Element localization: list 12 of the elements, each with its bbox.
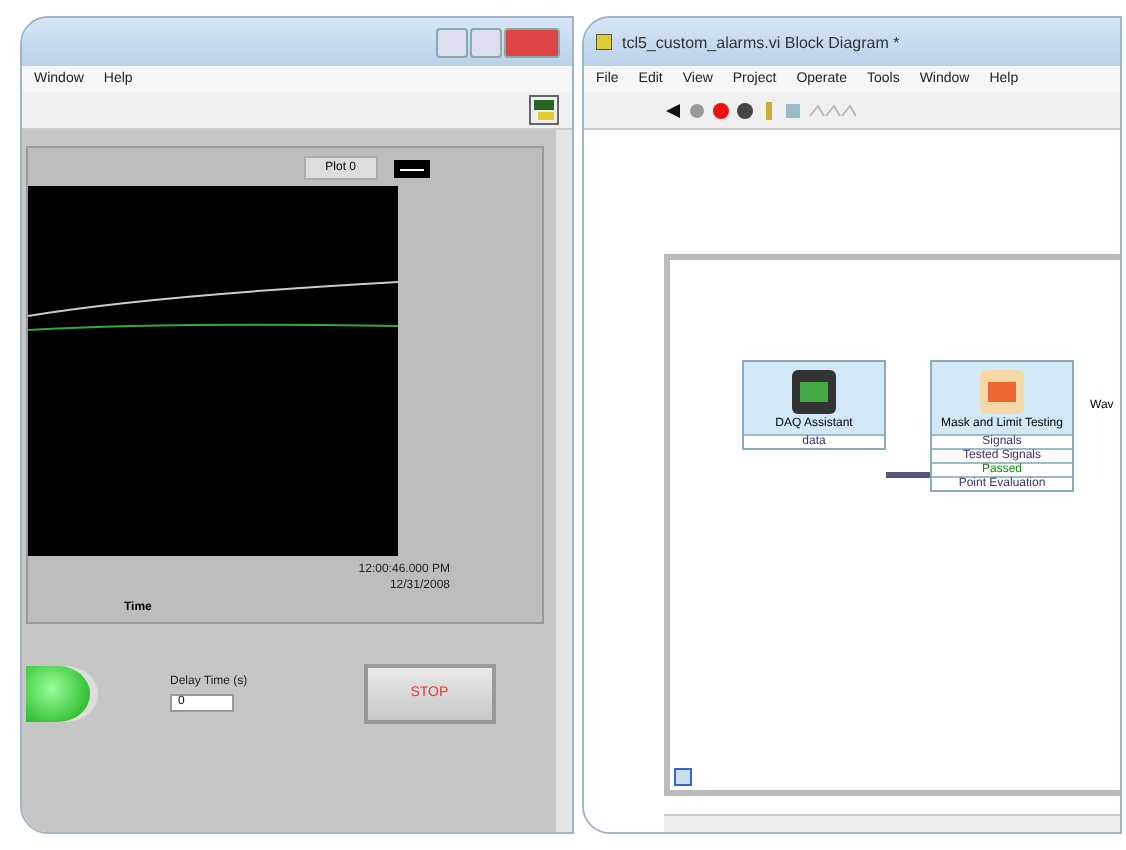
horizontal-scrollbar[interactable] (664, 814, 1120, 832)
abort-icon[interactable] (712, 101, 730, 119)
wire (886, 472, 930, 478)
maximize-button[interactable] (470, 27, 502, 57)
daq-icon (792, 370, 836, 414)
close-button[interactable] (504, 27, 560, 57)
window-title: tcl5_custom_alarms.vi Block Diagram * (622, 33, 900, 51)
chart-icon (980, 370, 1024, 414)
run-arrow-icon[interactable] (664, 101, 682, 119)
minimize-button[interactable] (436, 27, 468, 57)
window-icon (596, 34, 612, 50)
loop-iteration-icon (674, 768, 692, 786)
